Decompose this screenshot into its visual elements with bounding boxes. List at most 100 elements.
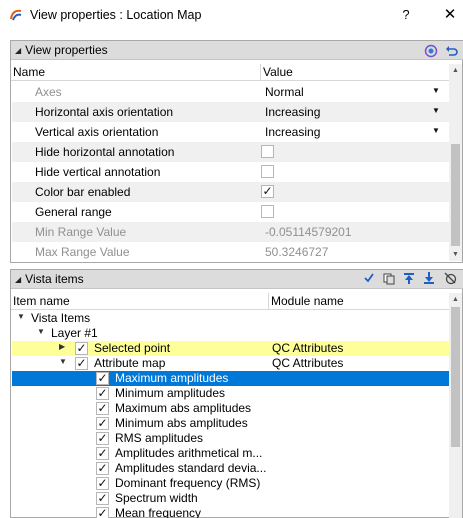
scroll-thumb[interactable]	[451, 144, 460, 246]
tree-item[interactable]: ▼ ✓ Attribute map QC Attributes	[12, 356, 449, 371]
property-name: Vertical axis orientation	[35, 125, 159, 139]
column-item-name-header[interactable]: Item name	[13, 294, 70, 308]
item-checkbox[interactable]: ✓	[96, 432, 109, 445]
tree-item-label: Mean frequency	[115, 506, 202, 518]
tree-item[interactable]: ✓ Maximum amplitudes	[12, 371, 449, 386]
collapse-icon[interactable]: ◢	[15, 275, 21, 284]
tree-item[interactable]: ✓ Maximum abs amplitudes	[12, 401, 449, 416]
help-button[interactable]: ?	[393, 4, 419, 26]
vista-items-scrollbar[interactable]: ▲	[449, 293, 462, 518]
view-properties-column-header: Name Value	[11, 64, 449, 81]
scroll-up-icon[interactable]: ▲	[449, 293, 462, 306]
property-row[interactable]: Max Range Value 50.3246727	[12, 242, 449, 262]
property-row[interactable]: Vertical axis orientation Increasing ▼	[12, 122, 449, 142]
property-value: -0.05114579201	[265, 225, 352, 239]
item-checkbox[interactable]: ✓	[96, 447, 109, 460]
view-properties-header[interactable]: ◢ View properties	[11, 41, 463, 60]
column-value-header[interactable]: Value	[263, 65, 293, 79]
view-properties-scrollbar[interactable]: ▲ ▼	[449, 64, 462, 261]
item-checkbox[interactable]: ✓	[96, 477, 109, 490]
scroll-thumb[interactable]	[451, 307, 460, 447]
close-button[interactable]: ✕	[437, 4, 463, 26]
column-module-name-header[interactable]: Module name	[271, 294, 344, 308]
dropdown-arrow-icon[interactable]: ▼	[432, 86, 440, 95]
property-row[interactable]: Hide horizontal annotation	[12, 142, 449, 162]
collapse-arrow-icon[interactable]: ▼	[37, 327, 45, 336]
property-dropdown[interactable]: Increasing	[265, 125, 320, 139]
property-checkbox[interactable]: ✓	[261, 185, 274, 198]
tree-item[interactable]: ▶ ✓ Selected point QC Attributes	[12, 341, 449, 356]
property-dropdown[interactable]: Increasing	[265, 105, 320, 119]
property-name: Min Range Value	[35, 225, 127, 239]
item-checkbox[interactable]: ✓	[75, 342, 88, 355]
scroll-up-icon[interactable]: ▲	[449, 64, 462, 77]
vista-items-column-header: Item name Module name	[11, 293, 449, 310]
tree-item-label: Amplitudes standard devia...	[115, 461, 267, 475]
item-checkbox[interactable]: ✓	[96, 402, 109, 415]
property-dropdown[interactable]: Normal	[265, 85, 304, 99]
view-properties-title: View properties	[25, 43, 108, 57]
tree-item[interactable]: ✓ Minimum amplitudes	[12, 386, 449, 401]
tree-item-label: Spectrum width	[115, 491, 198, 505]
disable-icon[interactable]	[443, 271, 457, 285]
collapse-arrow-icon[interactable]: ▼	[59, 357, 67, 366]
tree-item-label: Dominant frequency (RMS)	[115, 476, 261, 490]
property-row[interactable]: Min Range Value -0.05114579201	[12, 222, 449, 242]
property-row[interactable]: Horizontal axis orientation Increasing ▼	[12, 102, 449, 122]
property-row[interactable]: Color bar enabled ✓	[12, 182, 449, 202]
tree-item-label: Maximum abs amplitudes	[115, 401, 252, 415]
move-up-icon[interactable]	[402, 271, 416, 285]
tree-item[interactable]: ✓ RMS amplitudes	[12, 431, 449, 446]
property-name: Horizontal axis orientation	[35, 105, 174, 119]
app-logo-icon	[10, 9, 22, 21]
copy-layers-icon[interactable]	[382, 271, 396, 285]
property-name: Color bar enabled	[35, 185, 131, 199]
property-name: Hide horizontal annotation	[35, 145, 175, 159]
tree-item-module: QC Attributes	[272, 356, 344, 370]
scroll-down-icon[interactable]: ▼	[449, 248, 462, 261]
tree-item[interactable]: ✓ Amplitudes standard devia...	[12, 461, 449, 476]
tree-item[interactable]: ▼ Vista Items	[12, 311, 449, 326]
property-checkbox[interactable]	[261, 205, 274, 218]
tree-item[interactable]: ▼ Layer #1	[12, 326, 449, 341]
item-checkbox[interactable]: ✓	[75, 357, 88, 370]
property-name: Hide vertical annotation	[35, 165, 161, 179]
property-row[interactable]: General range	[12, 202, 449, 222]
item-checkbox[interactable]: ✓	[96, 507, 109, 518]
tree-item-label: Maximum amplitudes	[115, 371, 229, 385]
item-checkbox[interactable]: ✓	[96, 417, 109, 430]
item-checkbox[interactable]: ✓	[96, 462, 109, 475]
dropdown-arrow-icon[interactable]: ▼	[432, 106, 440, 115]
item-checkbox[interactable]: ✓	[96, 372, 109, 385]
tree-item-label: Selected point	[94, 341, 171, 355]
property-checkbox[interactable]	[261, 145, 274, 158]
column-name-header[interactable]: Name	[13, 65, 45, 79]
property-name: Axes	[35, 85, 62, 99]
property-value: 50.3246727	[265, 245, 329, 259]
property-name: General range	[35, 205, 112, 219]
tree-item[interactable]: ✓ Mean frequency	[12, 506, 449, 518]
undo-arrow-icon[interactable]	[444, 44, 458, 58]
collapse-arrow-icon[interactable]: ▼	[17, 312, 25, 321]
settings-circle-icon[interactable]	[424, 44, 438, 58]
property-row[interactable]: Axes Normal ▼	[12, 82, 449, 102]
dropdown-arrow-icon[interactable]: ▼	[432, 126, 440, 135]
tree-item-label: Attribute map	[94, 356, 166, 370]
check-all-icon[interactable]	[362, 271, 376, 285]
tree-item[interactable]: ✓ Minimum abs amplitudes	[12, 416, 449, 431]
property-name: Max Range Value	[35, 245, 130, 259]
expand-arrow-icon[interactable]: ▶	[59, 342, 65, 351]
tree-item-label: RMS amplitudes	[115, 431, 204, 445]
property-row[interactable]: Hide vertical annotation	[12, 162, 449, 182]
tree-item[interactable]: ✓ Dominant frequency (RMS)	[12, 476, 449, 491]
tree-item[interactable]: ✓ Spectrum width	[12, 491, 449, 506]
move-down-icon[interactable]	[422, 271, 436, 285]
property-checkbox[interactable]	[261, 165, 274, 178]
collapse-icon[interactable]: ◢	[15, 46, 21, 55]
tree-item[interactable]: ✓ Amplitudes arithmetical m...	[12, 446, 449, 461]
tree-item-label: Amplitudes arithmetical m...	[115, 446, 263, 460]
item-checkbox[interactable]: ✓	[96, 387, 109, 400]
window-title: View properties : Location Map	[30, 8, 202, 22]
item-checkbox[interactable]: ✓	[96, 492, 109, 505]
tree-item-label: Minimum amplitudes	[115, 386, 226, 400]
